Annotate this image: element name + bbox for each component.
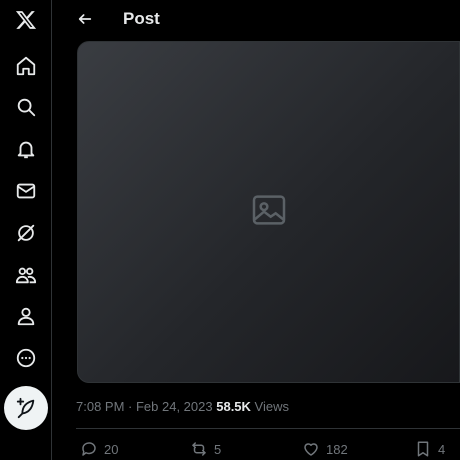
profile-icon[interactable] bbox=[8, 298, 44, 334]
heart-icon bbox=[304, 443, 318, 456]
post-time[interactable]: 7:08 PM bbox=[76, 399, 124, 414]
bookmark-button[interactable]: 4 bbox=[414, 440, 445, 458]
post-date[interactable]: Feb 24, 2023 bbox=[136, 399, 213, 414]
communities-icon[interactable] bbox=[8, 257, 44, 293]
more-icon[interactable] bbox=[8, 340, 44, 376]
repost-icon bbox=[192, 442, 206, 456]
reply-button[interactable]: 20 bbox=[80, 440, 118, 458]
page-title: Post bbox=[123, 9, 160, 28]
grok-icon[interactable] bbox=[8, 215, 44, 251]
home-icon[interactable] bbox=[8, 48, 44, 84]
x-logo-icon[interactable] bbox=[8, 2, 44, 38]
like-count: 182 bbox=[326, 441, 348, 457]
meta-separator: · bbox=[124, 399, 136, 414]
repost-button[interactable]: 5 bbox=[190, 440, 221, 458]
bookmark-icon bbox=[417, 441, 429, 457]
image-icon bbox=[252, 195, 285, 225]
post-header: Post bbox=[52, 0, 460, 38]
notifications-bell-icon[interactable] bbox=[8, 131, 44, 167]
search-icon[interactable] bbox=[8, 89, 44, 125]
views-count: 58.5K bbox=[216, 399, 251, 414]
reply-icon bbox=[82, 442, 96, 456]
post-media-placeholder[interactable] bbox=[77, 41, 460, 383]
compose-post-icon bbox=[16, 397, 35, 419]
repost-count: 5 bbox=[214, 441, 222, 457]
media-placeholder-graphic bbox=[219, 190, 319, 235]
bookmark-count: 4 bbox=[438, 441, 446, 457]
reply-count: 20 bbox=[104, 441, 119, 457]
back-arrow-button[interactable] bbox=[74, 8, 96, 30]
app-window: Post 7:08 PM · Feb 24, 2023 58.5K Views … bbox=[0, 0, 460, 460]
like-button[interactable]: 182 bbox=[302, 440, 348, 458]
messages-envelope-icon[interactable] bbox=[8, 173, 44, 209]
views-label: Views bbox=[250, 399, 289, 414]
divider bbox=[76, 428, 460, 429]
back-arrow-icon bbox=[78, 14, 92, 24]
compose-post-button[interactable] bbox=[4, 386, 48, 430]
sidebar-nav bbox=[0, 0, 52, 460]
post-meta: 7:08 PM · Feb 24, 2023 58.5K Views bbox=[76, 399, 289, 414]
